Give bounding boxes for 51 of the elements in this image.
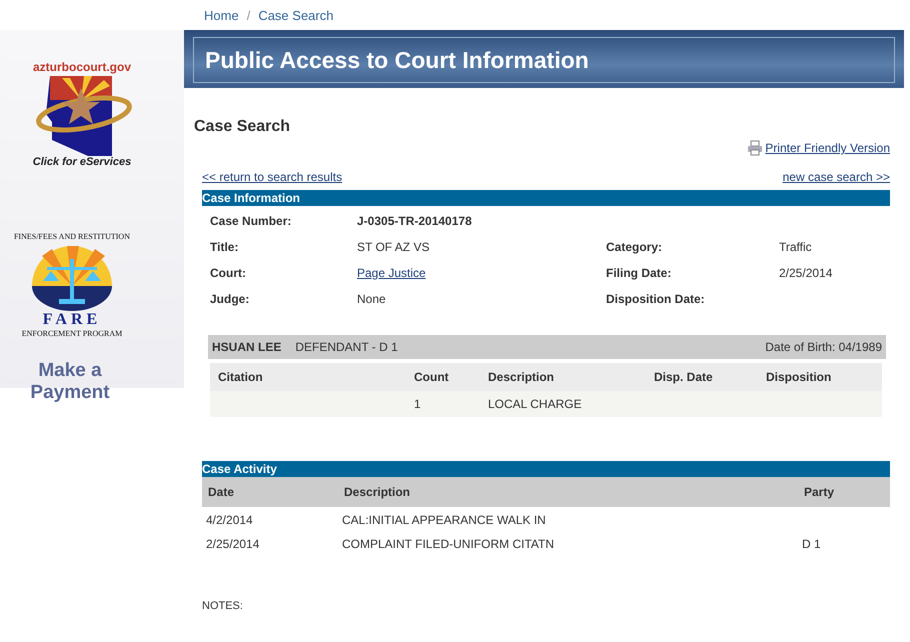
column-header: Date bbox=[202, 477, 338, 507]
table-cell: LOCAL CHARGE bbox=[488, 397, 582, 411]
column-header: Disp. Date bbox=[646, 363, 758, 391]
field-value: None bbox=[357, 291, 387, 307]
column-header: Description bbox=[338, 477, 798, 507]
printer-icon bbox=[747, 140, 764, 156]
logo-text: FINES/FEES AND RESTITUTION bbox=[14, 232, 130, 241]
new-search-link[interactable]: new case search >> bbox=[782, 170, 890, 184]
payment-link[interactable]: Make a Payment bbox=[10, 360, 130, 404]
printer-friendly-link[interactable]: Printer Friendly Version bbox=[765, 141, 890, 155]
notes-label: NOTES: bbox=[202, 600, 244, 612]
fare-logo[interactable]: FINES/FEES AND RESTITUTION FARE ENFORCEMENT PROGRAM bbox=[14, 232, 130, 338]
field-value: 2/25/2014 bbox=[779, 265, 834, 281]
breadcrumb-link[interactable]: Home bbox=[204, 8, 239, 22]
banner-title: Public Access to Court Information bbox=[205, 46, 589, 74]
section-header: Case Activity bbox=[202, 461, 890, 477]
column-header: Party bbox=[798, 477, 890, 507]
breadcrumb-separator: / bbox=[246, 8, 250, 22]
logo-caption: Click for eServices bbox=[32, 156, 132, 168]
court-link[interactable]: Page Justice bbox=[357, 265, 606, 281]
logo-text: azturbocourt.gov bbox=[33, 60, 131, 74]
field-value: Traffic bbox=[779, 239, 813, 255]
table-cell: CAL:INITIAL APPEARANCE WALK IN bbox=[342, 513, 546, 527]
table-cell: COMPLAINT FILED-UNIFORM CITATN bbox=[342, 537, 554, 551]
table-cell: D 1 bbox=[802, 537, 821, 551]
field-value: J-0305-TR-20140178 bbox=[357, 213, 473, 229]
field-label: Disposition Date: bbox=[606, 291, 706, 307]
field-label: Court: bbox=[210, 265, 247, 281]
field-label: Title: bbox=[210, 239, 240, 255]
column-header: Citation bbox=[210, 363, 406, 391]
eservices-logo[interactable]: azturbocourt.gov Click for eServices bbox=[32, 60, 132, 168]
logo-text: FARE bbox=[42, 311, 102, 329]
table-cell: 2/25/2014 bbox=[206, 537, 260, 551]
page-title: Case Search bbox=[194, 118, 292, 136]
column-header: Disposition bbox=[758, 363, 882, 391]
table-cell: 1 bbox=[414, 397, 421, 411]
field-label: Judge: bbox=[210, 291, 250, 307]
logo-text: ENFORCEMENT PROGRAM bbox=[22, 329, 122, 338]
field-label: Filing Date: bbox=[606, 265, 672, 281]
birth-date: Date of Birth: 04/1989 bbox=[765, 340, 882, 354]
table-cell: 4/2/2014 bbox=[206, 513, 253, 527]
column-header: Count bbox=[406, 363, 480, 391]
breadcrumb-link[interactable]: Case Search bbox=[258, 8, 334, 22]
party-role: DEFENDANT - D 1 bbox=[295, 340, 398, 354]
column-header: Description bbox=[480, 363, 646, 391]
field-value: ST OF AZ VS bbox=[357, 239, 430, 255]
return-link[interactable]: << return to search results bbox=[202, 170, 342, 184]
field-label: Case Number: bbox=[210, 213, 292, 229]
party-name: HSUAN LEE bbox=[212, 340, 282, 354]
section-header: Case Information bbox=[202, 190, 890, 206]
field-label: Category: bbox=[606, 239, 664, 255]
